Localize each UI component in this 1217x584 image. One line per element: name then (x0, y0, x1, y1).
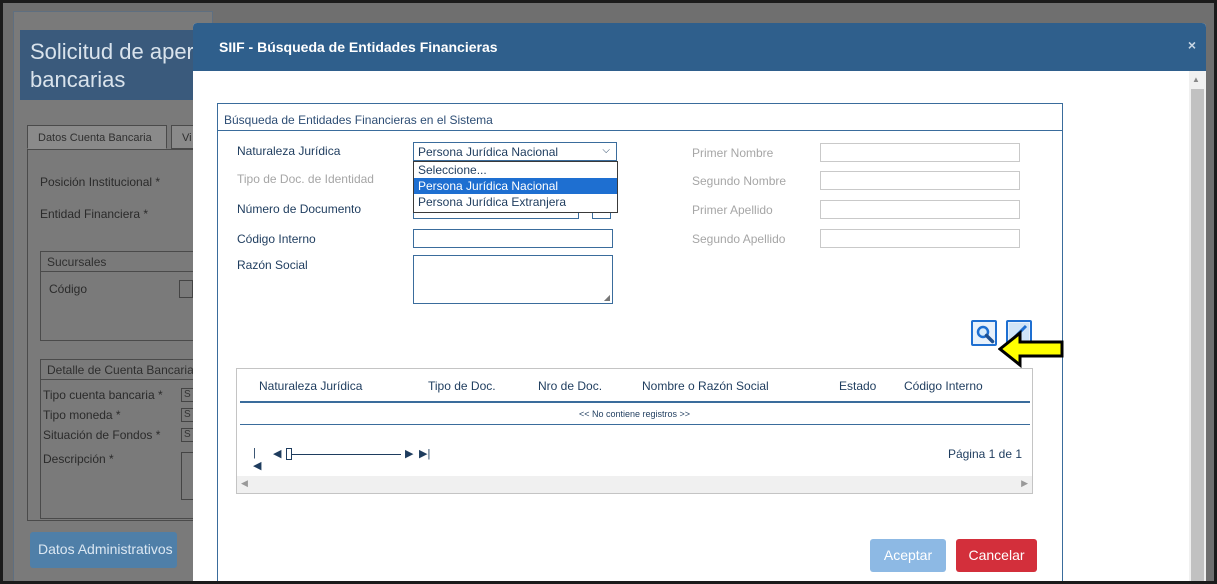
panel-divider (218, 130, 1062, 131)
label-primer-nombre: Primer Nombre (692, 146, 774, 160)
empty-message: << No contiene registros >> (578, 409, 691, 419)
first-page-icon[interactable]: |◀ (253, 447, 261, 472)
search-button[interactable] (971, 320, 997, 346)
scroll-up-icon[interactable]: ▲ (1192, 75, 1200, 84)
label-segundo-apellido: Segundo Apellido (692, 232, 786, 246)
detalle-title: Detalle de Cuenta Bancaria (41, 360, 199, 380)
label-segundo-nombre: Segundo Nombre (692, 174, 787, 188)
modal-header: SIIF - Búsqueda de Entidades Financieras… (193, 23, 1206, 71)
modal-body: Búsqueda de Entidades Financieras en el … (193, 71, 1189, 581)
label-entidad-financiera: Entidad Financiera * (40, 207, 149, 221)
codigo-interno-input[interactable] (413, 229, 613, 248)
sucursales-box: Sucursales Código (40, 251, 200, 341)
datos-administrativos-button[interactable]: Datos Administrativos (30, 532, 177, 568)
page-title-line2: bancarias (30, 67, 126, 92)
accept-button[interactable]: Aceptar (870, 539, 946, 572)
prev-page-icon[interactable]: ◀ (273, 447, 281, 460)
label-tipo-cuenta: Tipo cuenta bancaria * (43, 388, 163, 402)
detalle-box: Detalle de Cuenta Bancaria Tipo cuenta b… (40, 359, 200, 519)
vertical-scrollbar[interactable]: ▲ (1189, 71, 1206, 581)
column-nombre-razon-social[interactable]: Nombre o Razón Social (642, 379, 769, 393)
next-page-icon[interactable]: ▶ (405, 447, 413, 460)
label-numero-documento: Número de Documento (237, 202, 362, 216)
last-page-icon[interactable]: ▶| (419, 447, 430, 460)
results-table: Naturaleza Jurídica Tipo de Doc. Nro de … (236, 368, 1033, 494)
razon-social-textarea[interactable]: ◢ (413, 255, 613, 304)
option-persona-juridica-extranjera[interactable]: Persona Jurídica Extranjera (414, 194, 617, 210)
close-icon[interactable]: × (1188, 37, 1196, 53)
page-title-line1: Solicitud de aper (30, 39, 194, 64)
column-tipo-doc[interactable]: Tipo de Doc. (428, 379, 496, 393)
background-content: Posición Institucional * Entidad Financi… (27, 149, 200, 521)
label-primer-apellido: Primer Apellido (692, 203, 773, 217)
label-tipo-doc: Tipo de Doc. de Identidad (237, 172, 374, 186)
search-modal: SIIF - Búsqueda de Entidades Financieras… (193, 23, 1206, 581)
option-persona-juridica-nacional[interactable]: Persona Jurídica Nacional (414, 178, 617, 194)
naturaleza-dropdown-list: Seleccione... Persona Jurídica Nacional … (413, 161, 618, 213)
label-razon-social: Razón Social (237, 258, 308, 272)
search-panel: Búsqueda de Entidades Financieras en el … (217, 103, 1064, 581)
label-descripcion: Descripción * (43, 452, 114, 466)
horizontal-scrollbar[interactable]: ◀ ▶ (237, 476, 1032, 493)
scroll-thumb[interactable] (1191, 89, 1204, 581)
label-naturaleza-juridica: Naturaleza Jurídica (237, 144, 341, 158)
screen-frame: Solicitud de aper bancarias Datos Cuenta… (0, 0, 1217, 584)
page-info: Página 1 de 1 (947, 447, 1022, 461)
background-tabs: Datos Cuenta Bancaria Vi (27, 125, 197, 151)
primer-apellido-input[interactable] (820, 200, 1020, 219)
search-icon (976, 325, 995, 344)
empty-divider (240, 424, 1030, 425)
page-slider-track[interactable] (289, 454, 401, 455)
scroll-right-icon[interactable]: ▶ (1021, 478, 1028, 489)
column-estado[interactable]: Estado (839, 379, 876, 393)
primer-nombre-input[interactable] (820, 143, 1020, 162)
label-situacion-fondos: Situación de Fondos * (43, 428, 161, 442)
sucursales-codigo-label: Código (49, 282, 88, 296)
sucursales-codigo-input[interactable] (179, 280, 193, 298)
segundo-apellido-input[interactable] (820, 229, 1020, 248)
scroll-left-icon[interactable]: ◀ (241, 478, 248, 489)
page-title: Solicitud de aper bancarias (20, 30, 200, 100)
sucursales-title: Sucursales (41, 252, 199, 272)
modal-title: SIIF - Búsqueda de Entidades Financieras (219, 39, 498, 55)
cancel-button[interactable]: Cancelar (956, 539, 1037, 572)
column-codigo-interno[interactable]: Código Interno (904, 379, 983, 393)
tab-datos-cuenta-bancaria[interactable]: Datos Cuenta Bancaria (27, 125, 167, 149)
label-tipo-moneda: Tipo moneda * (43, 408, 121, 422)
label-posicion-institucional: Posición Institucional * (40, 175, 161, 189)
arrow-pointer-icon (998, 330, 1064, 368)
option-seleccione[interactable]: Seleccione... (414, 162, 617, 178)
column-naturaleza[interactable]: Naturaleza Jurídica (259, 379, 362, 393)
panel-legend: Búsqueda de Entidades Financieras en el … (224, 113, 493, 127)
page-slider-thumb[interactable] (286, 448, 292, 460)
header-divider (240, 401, 1030, 403)
naturaleza-selected-value: Persona Jurídica Nacional (418, 145, 559, 159)
label-codigo-interno: Código Interno (237, 232, 316, 246)
naturaleza-juridica-select[interactable]: Persona Jurídica Nacional ⌵ (413, 142, 617, 161)
chevron-down-icon: ⌵ (602, 145, 610, 156)
column-nro-doc[interactable]: Nro de Doc. (538, 379, 602, 393)
segundo-nombre-input[interactable] (820, 171, 1020, 190)
resize-grip-icon[interactable]: ◢ (604, 293, 610, 302)
